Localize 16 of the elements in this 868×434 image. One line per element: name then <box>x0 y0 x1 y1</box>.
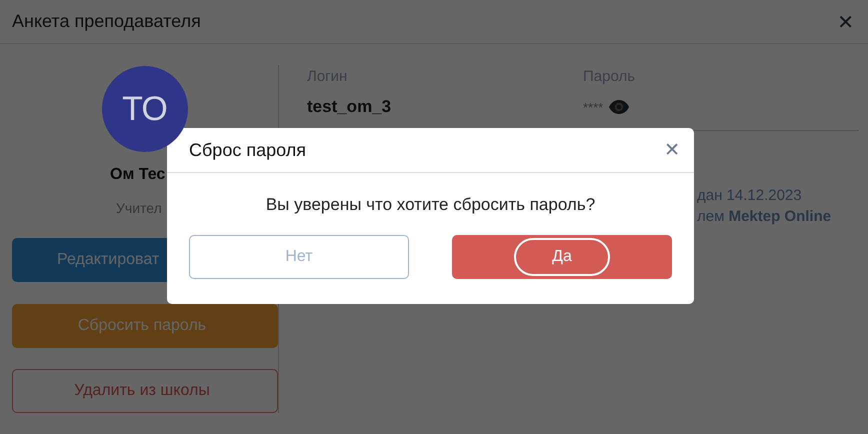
close-button[interactable]: ✕ <box>664 139 680 161</box>
info-text: лем Mektep Online <box>697 207 832 227</box>
field-value: test_om_3 <box>307 97 392 117</box>
close-button[interactable]: ✕ <box>837 10 854 34</box>
action-button[interactable]: Удалить из школы <box>12 369 278 413</box>
confirm-button[interactable]: Да <box>452 235 672 279</box>
password-value: **** <box>583 100 604 114</box>
window-title: Анкета преподавателя <box>12 11 201 32</box>
eye-icon[interactable] <box>609 100 630 114</box>
dialog-title: Сброс пароля <box>189 140 306 160</box>
action-button[interactable]: Сбросить пароль <box>12 304 278 348</box>
cancel-button[interactable]: Нет <box>189 235 409 279</box>
confirm-message: Вы уверены что хотите сбросить пароль? <box>264 195 596 215</box>
info-text: дан 14.12.2023 <box>697 186 803 206</box>
user-name: Ом Тес <box>110 166 166 184</box>
avatar: ТО <box>102 66 188 152</box>
